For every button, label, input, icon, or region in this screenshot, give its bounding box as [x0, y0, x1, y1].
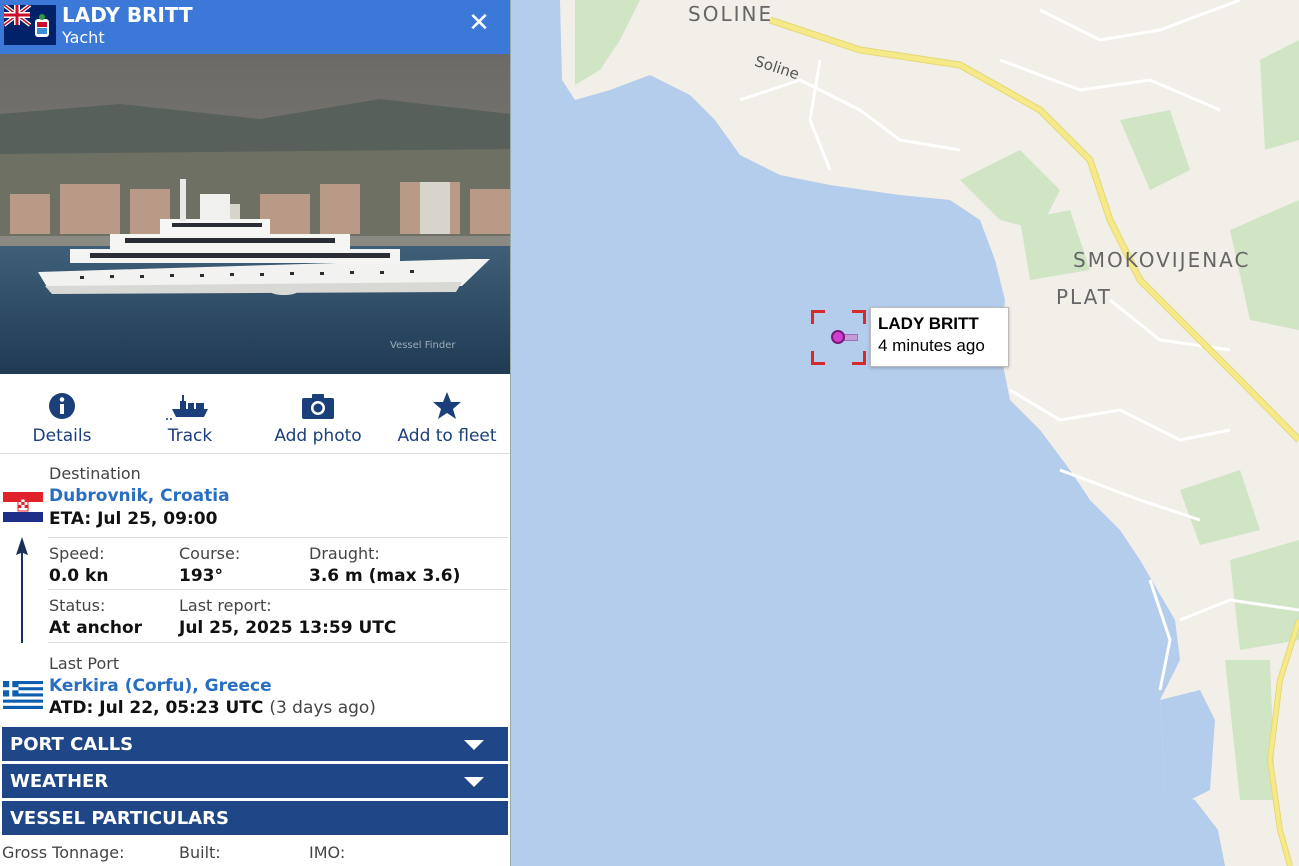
- route-arrow-icon: [16, 537, 28, 643]
- section-title: VESSEL PARTICULARS: [10, 808, 229, 829]
- harbour-water: [1160, 690, 1215, 800]
- section-title: PORT CALLS: [10, 734, 134, 755]
- built-label: Built:: [179, 843, 221, 862]
- greece-flag-icon: [3, 681, 43, 709]
- vessel-tooltip[interactable]: LADY BRITT 4 minutes ago: [870, 307, 1009, 367]
- yacht-photo-image: Vessel Finder: [0, 54, 510, 374]
- gross-tonnage-label: Gross Tonnage:: [2, 843, 125, 862]
- status-value: At anchor: [49, 618, 143, 638]
- selection-corner: [811, 351, 825, 365]
- croatia-flag-icon: [3, 492, 43, 522]
- divider: [0, 453, 510, 454]
- map-label-plat: PLAT: [1056, 285, 1113, 309]
- cayman-islands-flag-icon: [4, 5, 56, 45]
- camera-icon: [302, 394, 334, 419]
- weather-section-toggle[interactable]: WEATHER: [2, 764, 508, 798]
- destination-eta: ETA: Jul 25, 09:00: [49, 509, 218, 529]
- imo-label: IMO:: [309, 843, 346, 862]
- atd-ago: (3 days ago): [269, 698, 376, 718]
- destination-label: Destination: [49, 464, 141, 483]
- course-label: Course:: [179, 544, 241, 563]
- map-label-smokovijenac: SMOKOVIJENAC: [1073, 248, 1251, 272]
- details-label: Details: [32, 426, 92, 446]
- photo-watermark: Vessel Finder: [390, 340, 456, 351]
- last-port-label: Last Port: [49, 654, 120, 673]
- divider: [48, 642, 508, 643]
- tooltip-vessel-name: LADY BRITT: [878, 314, 979, 333]
- divider: [48, 537, 508, 538]
- vessel-photo[interactable]: Vessel Finder: [0, 54, 510, 374]
- destination-port-link[interactable]: Dubrovnik, Croatia: [49, 486, 230, 506]
- last-port-atd: ATD: Jul 22, 05:23 UTC (3 days ago): [49, 698, 376, 718]
- draught-label: Draught:: [309, 544, 380, 563]
- star-icon: [433, 392, 461, 419]
- last-port-link[interactable]: Kerkira (Corfu), Greece: [49, 676, 272, 696]
- add-photo-label: Add photo: [274, 426, 362, 446]
- track-button[interactable]: Track: [150, 384, 230, 448]
- add-to-fleet-button[interactable]: Add to fleet: [392, 384, 502, 448]
- vessel-particulars-section-toggle[interactable]: VESSEL PARTICULARS: [2, 801, 508, 835]
- last-report-label: Last report:: [179, 596, 272, 615]
- vessel-type: Yacht: [62, 28, 105, 47]
- draught-value: 3.6 m (max 3.6): [309, 566, 461, 586]
- vessel-name: LADY BRITT: [62, 3, 193, 27]
- track-label: Track: [167, 426, 213, 446]
- vessel-heading-icon: [844, 334, 858, 341]
- panel-header: LADY BRITT Yacht ✕: [0, 0, 510, 54]
- chevron-down-icon: [464, 740, 484, 750]
- vessel-info-panel: LADY BRITT Yacht ✕ Vessel Finder Details…: [0, 0, 511, 866]
- details-button[interactable]: Details: [22, 384, 102, 448]
- action-bar: Details Track Add photo Add to fleet: [0, 384, 510, 452]
- divider: [48, 589, 508, 590]
- selection-corner: [811, 310, 825, 324]
- close-icon[interactable]: ✕: [464, 8, 494, 38]
- chevron-down-icon: [464, 777, 484, 787]
- ship-track-icon: [166, 395, 208, 420]
- vessel-position-icon: [831, 330, 845, 344]
- vessel-marker[interactable]: [811, 310, 866, 365]
- add-to-fleet-label: Add to fleet: [397, 426, 497, 446]
- port-calls-section-toggle[interactable]: PORT CALLS: [2, 727, 508, 761]
- speed-label: Speed:: [49, 544, 105, 563]
- info-icon: [49, 393, 75, 419]
- add-photo-button[interactable]: Add photo: [268, 384, 368, 448]
- course-value: 193°: [179, 566, 223, 586]
- speed-value: 0.0 kn: [49, 566, 109, 586]
- last-report-value: Jul 25, 2025 13:59 UTC: [179, 618, 397, 638]
- selection-corner: [852, 351, 866, 365]
- map-label-soline: SOLINE: [688, 2, 774, 26]
- section-title: WEATHER: [10, 771, 109, 792]
- atd-time: ATD: Jul 22, 05:23 UTC: [49, 698, 264, 718]
- tooltip-last-seen: 4 minutes ago: [878, 336, 985, 355]
- status-label: Status:: [49, 596, 106, 615]
- selection-corner: [852, 310, 866, 324]
